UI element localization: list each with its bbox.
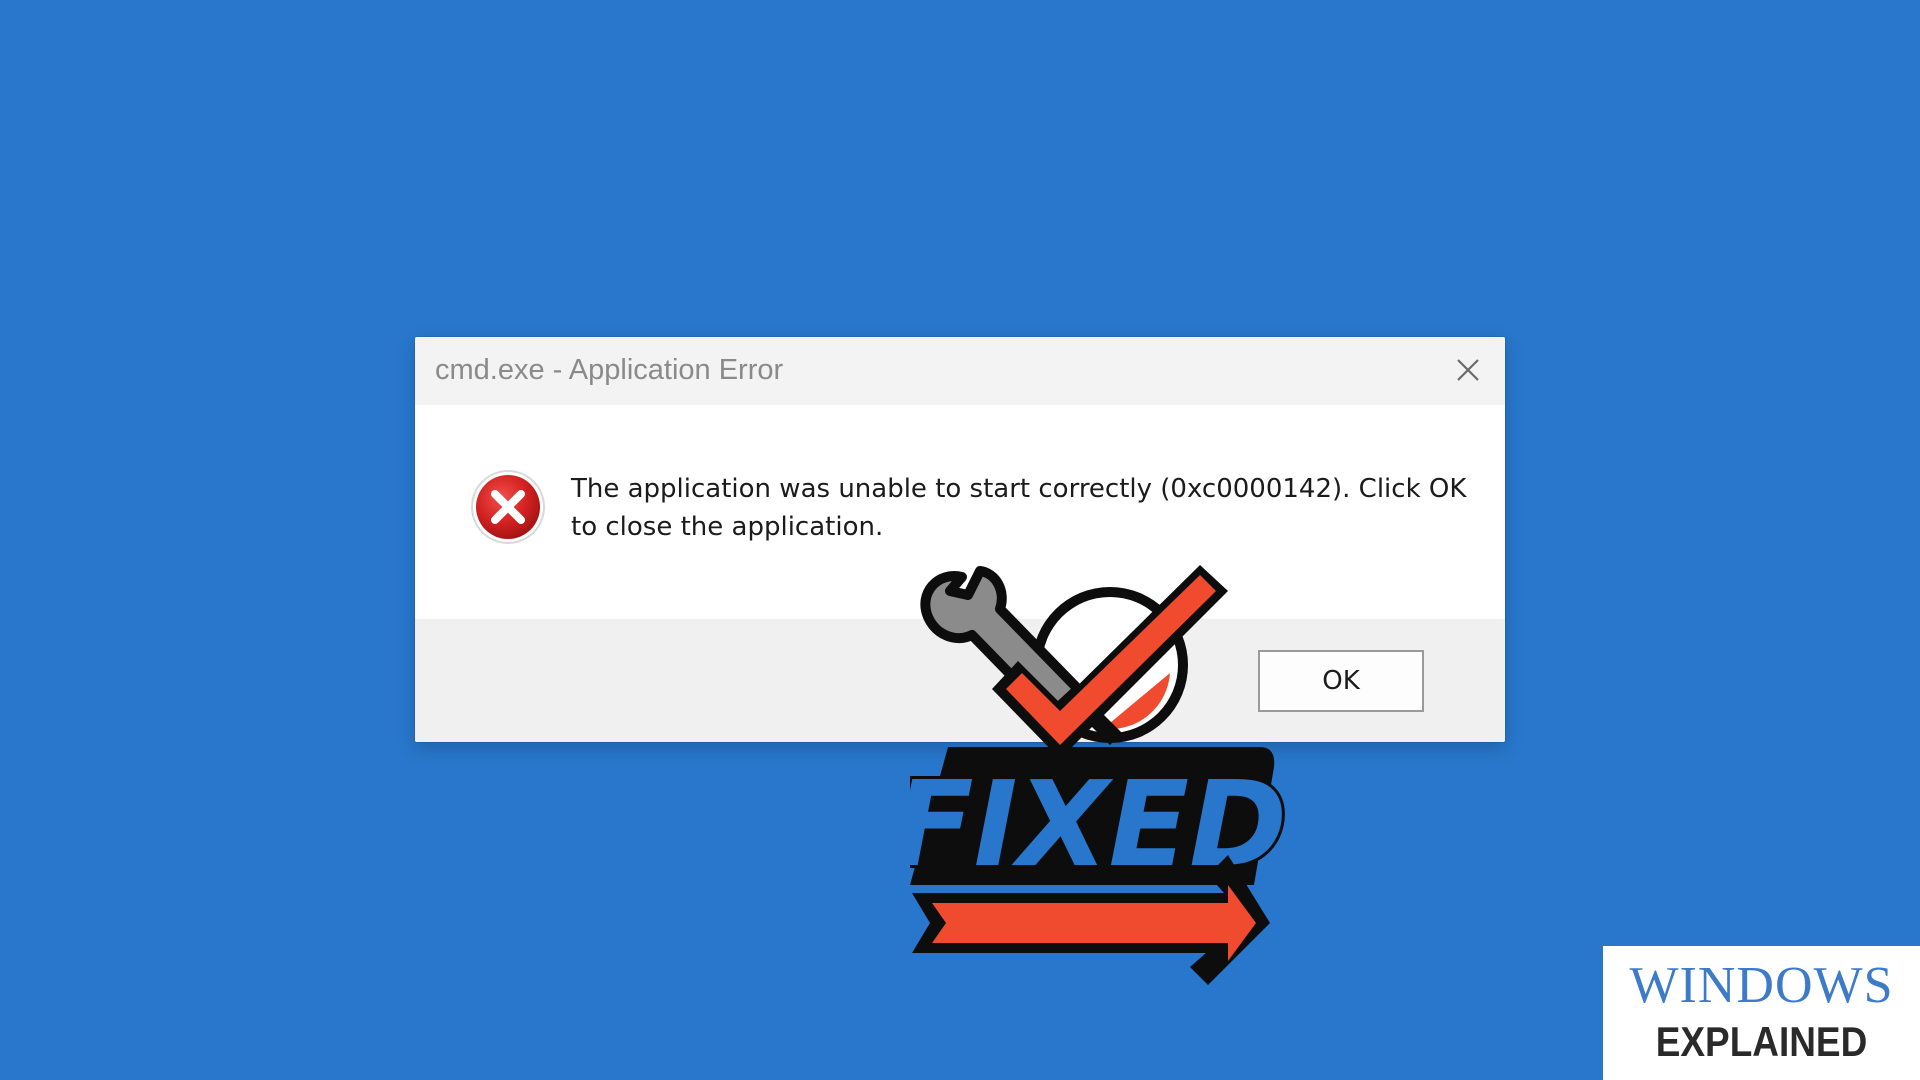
close-button[interactable] [1445,347,1491,393]
brand-logo-bottom: EXPLAINED [1655,1018,1868,1065]
close-icon [1457,359,1479,381]
fixed-badge: FIXED [910,555,1320,985]
error-icon [469,468,547,546]
error-message: The application was unable to start corr… [571,470,1467,546]
dialog-title: cmd.exe - Application Error [435,354,784,386]
brand-logo-top: WINDOWS [1629,957,1894,1014]
brand-logo: WINDOWS EXPLAINED [1603,946,1920,1080]
error-message-line-1: The application was unable to start corr… [571,474,1467,504]
dialog-titlebar[interactable]: cmd.exe - Application Error [415,337,1505,405]
error-message-line-2: to close the application. [571,512,884,542]
